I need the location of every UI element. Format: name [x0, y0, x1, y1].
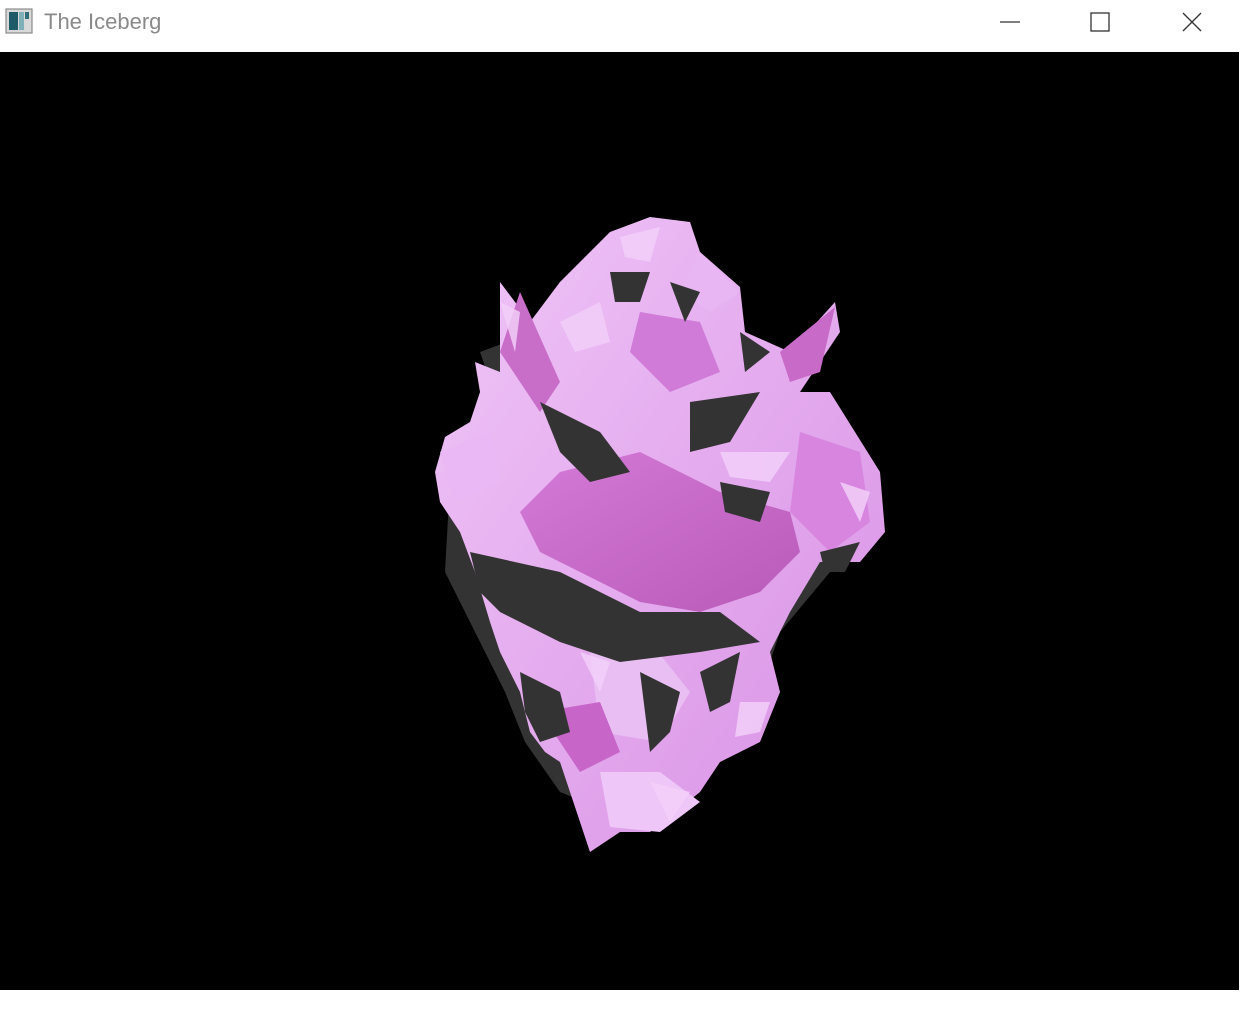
iceberg-model: [435, 217, 885, 852]
maximize-icon: [1090, 12, 1110, 32]
close-button[interactable]: [1147, 0, 1237, 44]
minimize-icon: [1000, 21, 1020, 23]
maximize-button[interactable]: [1055, 0, 1145, 44]
title-bar[interactable]: The Iceberg: [0, 0, 1242, 52]
model-body: [435, 217, 885, 852]
window-title: The Iceberg: [44, 9, 162, 34]
app-icon: [5, 8, 33, 34]
minimize-button[interactable]: [965, 0, 1055, 44]
render-viewport[interactable]: [0, 52, 1239, 990]
close-icon: [1182, 12, 1202, 32]
app-window: The Iceberg: [0, 0, 1242, 1028]
